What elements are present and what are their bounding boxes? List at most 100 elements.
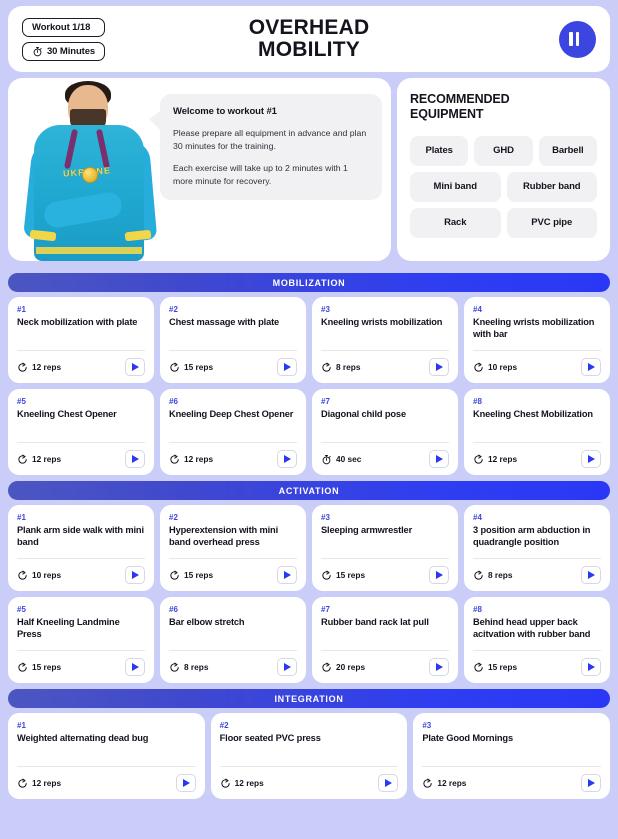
play-button[interactable] xyxy=(429,358,449,376)
exercise-number: #8 xyxy=(473,397,482,406)
play-button[interactable] xyxy=(175,774,196,792)
repeat-icon xyxy=(423,778,432,788)
exercise-card[interactable]: #2 Floor seated PVC press 12 reps xyxy=(210,713,408,799)
exercise-card[interactable]: #1 Neck mobilization with plate 12 reps xyxy=(8,297,154,383)
repeat-icon xyxy=(18,778,27,788)
exercise-card[interactable]: #6 Bar elbow stretch 8 reps xyxy=(160,597,306,683)
exercise-number: #2 xyxy=(169,305,178,314)
play-button[interactable] xyxy=(429,566,449,584)
exercise-card[interactable]: #5 Kneeling Chest Opener 12 reps xyxy=(8,389,154,475)
athlete-photo: UKRAINE xyxy=(16,81,161,261)
play-icon xyxy=(284,571,291,579)
equipment-chip[interactable]: PVC pipe xyxy=(506,207,597,238)
play-button[interactable] xyxy=(581,450,601,468)
play-icon xyxy=(284,455,291,463)
play-button[interactable] xyxy=(125,450,145,468)
play-button[interactable] xyxy=(581,774,601,792)
exercise-name: Hyperextension with mini band overhead p… xyxy=(169,525,279,548)
exercise-name: Floor seated PVC press xyxy=(219,733,321,743)
exercise-metric: 40 sec xyxy=(321,454,361,465)
exercise-number: #4 xyxy=(473,305,482,314)
exercise-card[interactable]: #1 Weighted alternating dead bug 12 reps xyxy=(8,713,205,799)
repeat-icon xyxy=(474,454,483,464)
equipment-chip[interactable]: Rack xyxy=(410,207,501,238)
play-button[interactable] xyxy=(277,450,297,468)
play-button[interactable] xyxy=(378,774,399,792)
exercise-card[interactable]: #4 Kneeling wrists mobilization with bar 1… xyxy=(464,297,610,383)
repeat-icon xyxy=(322,362,331,372)
exercise-card[interactable]: #3 Plate Good Mornings 12 reps xyxy=(413,713,610,799)
exercise-metric-label: 8 reps xyxy=(488,570,513,580)
exercise-name: Chest massage with plate xyxy=(169,317,280,327)
exercise-card[interactable]: #8 Kneeling Chest Mobilization 12 reps xyxy=(464,389,610,475)
exercise-name: Weighted alternating dead bug xyxy=(17,733,149,743)
exercise-metric-label: 8 reps xyxy=(336,362,361,372)
equipment-title-line2: EQUIPMENT xyxy=(410,107,484,122)
play-icon xyxy=(588,455,595,463)
repeat-icon xyxy=(170,662,179,672)
exercise-number: #3 xyxy=(422,721,432,730)
welcome-card: UKRAINE Welcome to workout #1 Please pre… xyxy=(8,78,391,261)
exercise-number: #1 xyxy=(17,513,26,522)
play-icon xyxy=(436,455,443,463)
exercise-metric-label: 12 reps xyxy=(488,454,518,464)
exercise-footer: 12 reps xyxy=(219,766,399,792)
exercise-number: #6 xyxy=(169,605,178,614)
equipment-chip[interactable]: Rubber band xyxy=(506,171,597,202)
exercise-metric: 12 reps xyxy=(220,778,264,789)
exercise-metric: 15 reps xyxy=(473,662,517,673)
equipment-title: RECOMMENDED EQUIPMENT xyxy=(410,92,597,123)
play-button[interactable] xyxy=(277,658,297,676)
play-button[interactable] xyxy=(125,566,145,584)
exercise-grid: #1 Plank arm side walk with mini band 10 r… xyxy=(8,505,610,683)
exercise-card[interactable]: #3 Sleeping armwrestler 15 reps xyxy=(312,505,458,591)
repeat-icon xyxy=(322,570,331,580)
exercise-card[interactable]: #8 Behind head upper back acitvation with… xyxy=(464,597,610,683)
equipment-chip[interactable]: GHD xyxy=(474,135,533,166)
workout-page: Workout 1/18 30 Minutes OVERHEAD MOBILIT… xyxy=(0,0,618,839)
exercise-metric: 15 reps xyxy=(17,662,61,673)
play-button[interactable] xyxy=(125,658,145,676)
exercise-card[interactable]: #7 Diagonal child pose 40 sec xyxy=(312,389,458,475)
page-header: Workout 1/18 30 Minutes OVERHEAD MOBILIT… xyxy=(8,6,610,72)
play-button[interactable] xyxy=(581,658,601,676)
equipment-chip[interactable]: Barbell xyxy=(538,135,597,166)
exercise-card[interactable]: #3 Kneeling wrists mobilization 8 reps xyxy=(312,297,458,383)
exercise-grid: #1 Weighted alternating dead bug 12 reps #2… xyxy=(8,713,610,799)
play-button[interactable] xyxy=(125,358,145,376)
play-button[interactable] xyxy=(429,658,449,676)
exercise-card[interactable]: #4 3 position arm abduction in quadrangle… xyxy=(464,505,610,591)
exercise-metric: 15 reps xyxy=(169,570,213,581)
exercise-metric-label: 12 reps xyxy=(437,778,467,788)
barbell-logo-icon xyxy=(559,20,596,58)
exercise-footer: 15 reps xyxy=(169,558,297,584)
exercise-metric: 10 reps xyxy=(17,570,61,581)
equipment-chip[interactable]: Plates xyxy=(410,135,469,166)
play-button[interactable] xyxy=(581,566,601,584)
exercise-metric: 8 reps xyxy=(169,662,208,673)
equipment-row: Rack PVC pipe xyxy=(410,207,597,238)
equipment-chip[interactable]: Mini band xyxy=(410,171,501,202)
repeat-icon xyxy=(474,662,483,672)
play-button[interactable] xyxy=(581,358,601,376)
section-header-mobilization: MOBILIZATION xyxy=(8,273,610,292)
exercise-card[interactable]: #5 Half Kneeling Landmine Press 15 reps xyxy=(8,597,154,683)
exercise-footer: 20 reps xyxy=(321,650,449,676)
exercise-footer: 40 sec xyxy=(321,442,449,468)
play-icon xyxy=(588,363,595,371)
play-button[interactable] xyxy=(277,358,297,376)
exercise-card[interactable]: #1 Plank arm side walk with mini band 10 r… xyxy=(8,505,154,591)
exercise-card[interactable]: #6 Kneeling Deep Chest Opener 12 reps xyxy=(160,389,306,475)
play-button[interactable] xyxy=(429,450,449,468)
play-button[interactable] xyxy=(277,566,297,584)
exercise-number: #2 xyxy=(169,513,178,522)
exercise-metric: 12 reps xyxy=(17,454,61,465)
recommended-equipment-card: RECOMMENDED EQUIPMENT Plates GHD Barbell Mi… xyxy=(397,78,610,261)
exercise-card[interactable]: #2 Hyperextension with mini band overhead… xyxy=(160,505,306,591)
exercise-card[interactable]: #2 Chest massage with plate 15 reps xyxy=(160,297,306,383)
play-icon xyxy=(385,779,393,787)
exercise-number: #7 xyxy=(321,605,330,614)
exercise-metric-label: 15 reps xyxy=(184,570,214,580)
repeat-icon xyxy=(18,570,27,580)
exercise-card[interactable]: #7 Rubber band rack lat pull 20 reps xyxy=(312,597,458,683)
